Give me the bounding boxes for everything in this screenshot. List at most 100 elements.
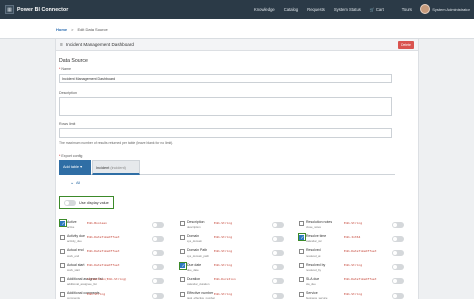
field-type: Edm.DateTimeOffset bbox=[344, 249, 377, 253]
nav-knowledge[interactable]: Knowledge bbox=[254, 7, 275, 12]
nav-tours[interactable]: Tours bbox=[402, 7, 412, 12]
field-display-toggle[interactable] bbox=[152, 235, 164, 242]
field-checkbox[interactable] bbox=[180, 234, 185, 240]
field-column: work_start bbox=[67, 267, 80, 272]
field-column: calendar_stc bbox=[306, 239, 322, 244]
field-display-toggle[interactable] bbox=[272, 221, 284, 228]
rows-limit-field[interactable] bbox=[59, 128, 392, 138]
field-column: due_date bbox=[187, 267, 199, 272]
field-type: Edm.DateTimeOffset bbox=[344, 277, 377, 282]
field-checkbox[interactable] bbox=[299, 248, 304, 254]
field-checkbox[interactable] bbox=[299, 263, 304, 269]
field-column: sys_domain bbox=[187, 239, 202, 244]
field-display-toggle[interactable] bbox=[272, 249, 284, 256]
field-type: Edm.String bbox=[87, 291, 106, 296]
field-checkbox[interactable] bbox=[180, 291, 185, 297]
field-display-toggle[interactable] bbox=[272, 278, 284, 285]
field-checkbox[interactable] bbox=[60, 263, 65, 269]
breadcrumb-home[interactable]: Home bbox=[56, 27, 67, 32]
field-display-toggle[interactable] bbox=[392, 249, 404, 256]
field-type: Edm.String bbox=[214, 263, 233, 268]
name-field[interactable]: Incident Management Dashboard bbox=[59, 74, 392, 83]
field-name: Actual start bbox=[67, 262, 85, 267]
field-name: Domain bbox=[187, 234, 200, 239]
field-checkbox[interactable] bbox=[60, 277, 65, 283]
field-checkbox[interactable] bbox=[60, 234, 65, 240]
cart-icon: 🛒 bbox=[369, 7, 375, 12]
field-name: Resolve time bbox=[306, 234, 327, 239]
field-display-toggle[interactable] bbox=[272, 292, 284, 299]
field-checkbox[interactable] bbox=[299, 277, 304, 283]
export-config-label: * Export config bbox=[59, 154, 82, 158]
highlight-ring bbox=[58, 219, 67, 227]
field-checkbox[interactable] bbox=[299, 220, 304, 226]
field-checkbox[interactable] bbox=[60, 291, 65, 297]
select-all-link[interactable]: All bbox=[76, 181, 80, 185]
field-display-toggle[interactable] bbox=[272, 235, 284, 242]
field-name: Effective number bbox=[187, 291, 214, 295]
data-source-card: ≡ Incident Management Dashboard Delete D… bbox=[55, 39, 419, 299]
app-title: Power BI Connector bbox=[17, 6, 69, 13]
user-menu[interactable]: System Administrator bbox=[420, 4, 470, 14]
highlight-ring bbox=[178, 261, 187, 270]
nav-cart[interactable]: 🛒Cart bbox=[370, 7, 393, 12]
nav-requests[interactable]: Requests bbox=[307, 7, 325, 12]
use-display-value-toggle[interactable] bbox=[64, 200, 76, 206]
field-checkbox[interactable] bbox=[299, 291, 304, 297]
top-navbar: ▦ Power BI Connector Knowledge Catalog R… bbox=[0, 0, 474, 19]
nav-catalog[interactable]: Catalog bbox=[284, 7, 298, 12]
breadcrumb-separator: > bbox=[71, 27, 74, 32]
field-display-toggle[interactable] bbox=[392, 292, 404, 299]
field-display-toggle[interactable] bbox=[392, 278, 404, 285]
field-type: Edm.String bbox=[214, 291, 233, 296]
field-checkbox[interactable] bbox=[60, 248, 65, 254]
field-type: Edm.String bbox=[344, 263, 363, 268]
collapse-icon[interactable]: ⌄ bbox=[70, 180, 74, 186]
field-display-toggle[interactable] bbox=[152, 278, 164, 285]
field-type: Edm.String bbox=[214, 249, 233, 253]
field-display-toggle[interactable] bbox=[392, 221, 404, 228]
top-nav-menu: Knowledge Catalog Requests System Status… bbox=[254, 7, 421, 12]
field-column: active bbox=[67, 225, 75, 230]
field-column: close_notes bbox=[306, 225, 321, 230]
name-label: * Name bbox=[59, 67, 71, 71]
field-type: Edm.String bbox=[344, 291, 363, 296]
nav-system-status[interactable]: System Status bbox=[334, 7, 361, 12]
avatar bbox=[420, 4, 431, 14]
field-column: resolved_by bbox=[306, 267, 322, 272]
field-name: Due date bbox=[187, 262, 202, 267]
add-table-button[interactable]: Add table ▾ bbox=[59, 160, 91, 175]
delete-button[interactable]: Delete bbox=[398, 41, 414, 49]
field-name: Domain Path bbox=[187, 248, 208, 253]
tab-incident[interactable]: Incident(incident) bbox=[92, 160, 140, 175]
menu-icon[interactable]: ≡ bbox=[60, 42, 63, 48]
field-type: Edm.String bbox=[344, 220, 363, 225]
field-display-toggle[interactable] bbox=[152, 221, 164, 228]
highlight-ring bbox=[297, 233, 306, 242]
rows-limit-hint: The maximum number of results returned p… bbox=[59, 141, 174, 145]
field-type: Collection(Edm.String) bbox=[87, 277, 127, 282]
description-field[interactable] bbox=[59, 97, 392, 116]
field-type: Edm.DateTimeOffset bbox=[87, 249, 120, 253]
table-tabs: Add table ▾ Incident(incident) bbox=[59, 160, 395, 175]
field-display-toggle[interactable] bbox=[272, 264, 284, 271]
use-display-value-box: Use display value bbox=[59, 196, 114, 209]
field-name: Duration bbox=[187, 276, 201, 281]
field-checkbox[interactable] bbox=[180, 277, 185, 283]
breadcrumb-bar: Home > Edit Data Source bbox=[0, 19, 474, 39]
field-display-toggle[interactable] bbox=[152, 264, 164, 271]
grid-logo-icon: ▦ bbox=[5, 5, 14, 14]
field-checkbox[interactable] bbox=[180, 220, 185, 226]
field-display-toggle[interactable] bbox=[152, 292, 164, 299]
field-display-toggle[interactable] bbox=[392, 235, 404, 242]
field-display-toggle[interactable] bbox=[392, 264, 404, 271]
brand[interactable]: ▦ Power BI Connector bbox=[5, 5, 68, 14]
field-checkbox[interactable] bbox=[180, 248, 185, 254]
field-type: Edm.Int64 bbox=[344, 234, 361, 239]
breadcrumb-current: Edit Data Source bbox=[77, 27, 108, 32]
field-name: Service bbox=[306, 291, 318, 295]
field-type: Edm.String bbox=[214, 220, 233, 225]
field-display-toggle[interactable] bbox=[152, 249, 164, 256]
field-column: sys_domain_path bbox=[187, 253, 209, 258]
field-column: work_end bbox=[67, 253, 80, 258]
